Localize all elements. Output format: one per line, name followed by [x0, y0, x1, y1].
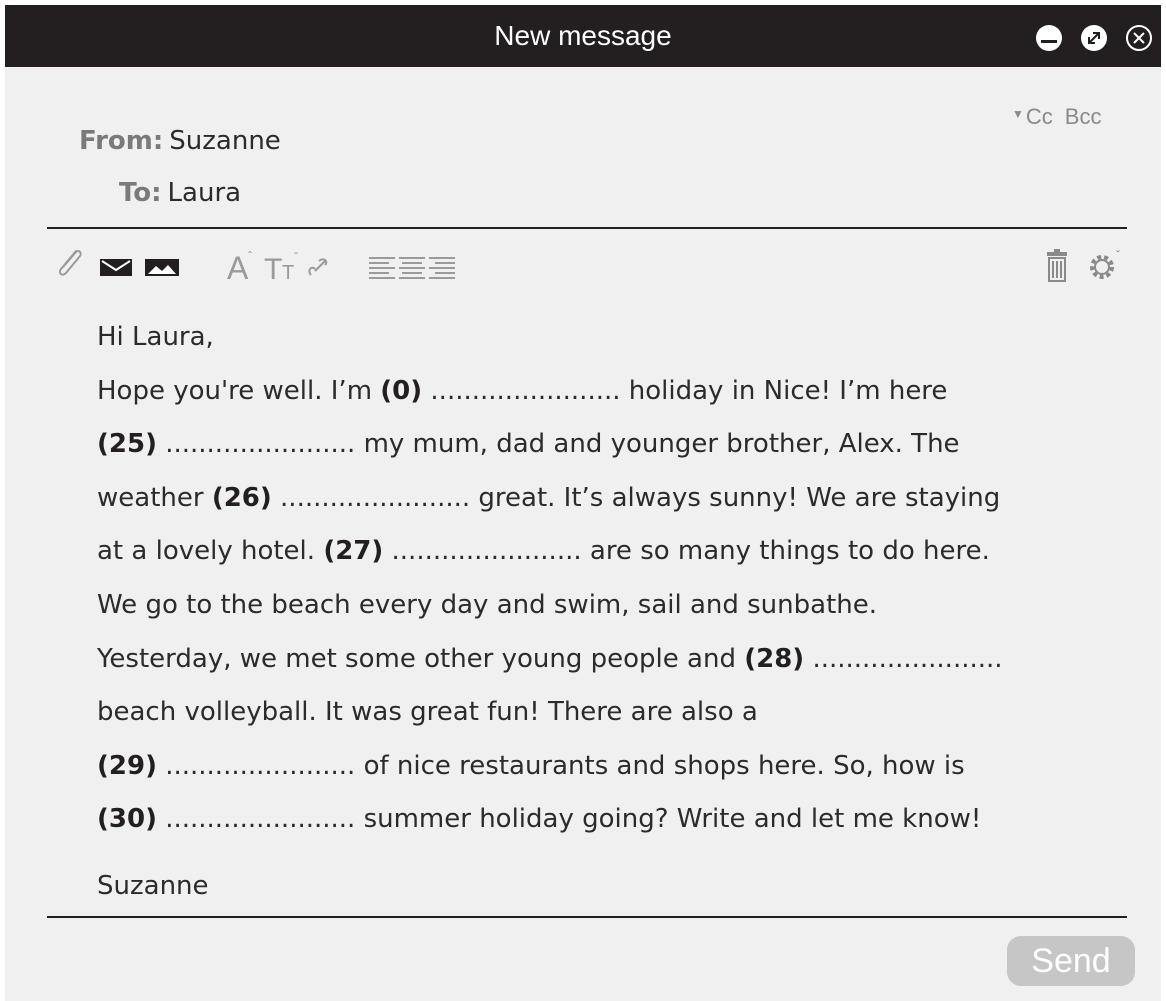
trash-icon[interactable]	[1044, 249, 1070, 283]
message-line: (30) ....................... summer holi…	[97, 793, 1117, 847]
gap-number: (29)	[97, 750, 157, 781]
close-icon	[1133, 32, 1145, 44]
svg-text:T: T	[282, 262, 294, 283]
bcc-link[interactable]: Bcc	[1065, 104, 1102, 129]
message-line: Hi Laura,	[97, 311, 1117, 365]
gap-number: (28)	[744, 643, 805, 674]
message-line: beach volleyball. It was great fun! Ther…	[97, 686, 1117, 740]
svg-text:A: A	[227, 250, 249, 283]
envelope-icon[interactable]	[99, 256, 133, 278]
message-text: ....................... my mum, dad and …	[156, 429, 960, 460]
to-row: To: Laura	[119, 178, 241, 208]
window-title: New message	[494, 20, 672, 51]
send-button[interactable]: Send	[1007, 936, 1135, 986]
align-left-icon[interactable]	[367, 255, 397, 281]
message-text: ....................... holiday in Nice!…	[422, 375, 948, 406]
gap-number: (27)	[323, 536, 384, 567]
to-label: To:	[119, 178, 162, 208]
cc-bcc-controls: ▼Cc Bcc	[1012, 104, 1101, 130]
close-button[interactable]	[1126, 25, 1152, 51]
message-text: Yesterday, we met some other young peopl…	[97, 643, 745, 674]
message-text: ....................... great. It’s alwa…	[271, 482, 1001, 513]
message-text: ....................... of nice restaura…	[156, 750, 965, 781]
message-body[interactable]: Hi Laura, Hope you're well. I’m (0) .....…	[97, 311, 1117, 847]
gap-number: (25)	[97, 429, 157, 460]
align-center-icon[interactable]	[397, 255, 427, 281]
message-text: beach volleyball. It was great fun! Ther…	[97, 697, 758, 728]
message-text: at a lovely hotel.	[97, 536, 324, 567]
message-line: We go to the beach every day and swim, s…	[97, 579, 1117, 633]
message-text: .......................	[804, 643, 1003, 674]
message-text: Hope you're well. I’m	[97, 375, 381, 406]
svg-text:T: T	[264, 253, 282, 283]
dropdown-triangle-icon[interactable]: ▼	[1012, 107, 1024, 121]
message-line: (29) ....................... of nice res…	[97, 740, 1117, 794]
header-divider	[47, 227, 1127, 229]
cc-link[interactable]: Cc	[1026, 104, 1053, 129]
message-text: Hi Laura,	[97, 322, 214, 352]
paperclip-icon[interactable]	[52, 245, 86, 281]
svg-text:ˆ: ˆ	[248, 249, 252, 263]
image-icon[interactable]	[144, 256, 180, 278]
message-text: ....................... are so many thin…	[383, 536, 990, 567]
message-line: (25) ....................... my mum, dad…	[97, 418, 1117, 472]
signature: Suzanne	[97, 871, 209, 901]
compose-window: New message ▼Cc Bcc From: Suzanne To: Laura	[5, 5, 1161, 1001]
message-text: ....................... summer holiday g…	[156, 804, 982, 835]
gap-number: (30)	[97, 804, 157, 835]
gap-number: (0)	[380, 375, 423, 406]
link-icon[interactable]	[305, 251, 337, 281]
message-line: weather (26) ....................... gre…	[97, 472, 1117, 526]
from-value[interactable]: Suzanne	[169, 126, 281, 156]
svg-text:ˇ: ˇ	[1116, 248, 1120, 262]
font-size-icon[interactable]: A ˆ	[225, 249, 259, 283]
align-right-icon[interactable]	[427, 255, 457, 281]
message-line: Hope you're well. I’m (0) ..............…	[97, 365, 1117, 419]
message-line: Yesterday, we met some other young peopl…	[97, 633, 1117, 687]
message-text: weather	[97, 482, 212, 513]
from-label: From:	[79, 126, 164, 156]
message-line: at a lovely hotel. (27) ................…	[97, 525, 1117, 579]
expand-icon	[1088, 32, 1100, 44]
message-text: We go to the beach every day and swim, s…	[97, 589, 878, 620]
gap-number: (26)	[211, 482, 272, 513]
footer-divider	[47, 916, 1127, 918]
text-size-icon[interactable]: T T ˇ	[263, 249, 303, 283]
settings-icon[interactable]: ˇ	[1085, 247, 1125, 283]
to-value[interactable]: Laura	[168, 178, 242, 208]
title-bar: New message	[5, 5, 1161, 67]
maximize-button[interactable]	[1081, 25, 1107, 51]
from-row: From: Suzanne	[79, 126, 281, 156]
svg-text:ˇ: ˇ	[294, 250, 298, 264]
minimize-button[interactable]	[1036, 25, 1062, 51]
